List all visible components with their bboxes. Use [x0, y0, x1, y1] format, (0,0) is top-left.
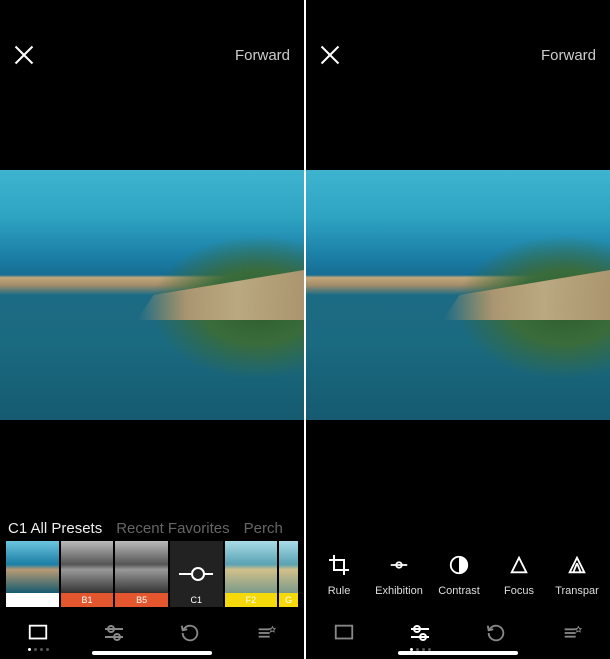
- filter-label: B1: [61, 593, 114, 607]
- nav-recipes[interactable]: [250, 617, 282, 649]
- filter-f2[interactable]: F2: [225, 541, 278, 607]
- filter-label: —: [6, 593, 59, 607]
- filter-label: F2: [225, 593, 278, 607]
- nav-adjust[interactable]: [404, 617, 436, 649]
- exposure-icon: [385, 551, 413, 579]
- filter-thumb: [279, 541, 298, 593]
- filter-label: B5: [115, 593, 168, 607]
- photo-preview[interactable]: [306, 170, 610, 420]
- nav-presets[interactable]: [328, 617, 360, 649]
- tools-row[interactable]: Rule Exhibition Contrast: [306, 543, 610, 611]
- nav-adjust[interactable]: [98, 617, 130, 649]
- filter-b5[interactable]: B5: [115, 541, 168, 607]
- nav-presets[interactable]: [22, 617, 54, 649]
- preset-tabs: C1 All Presets Recent Favorites Perch: [0, 520, 304, 541]
- nav-history[interactable]: [480, 617, 512, 649]
- filter-thumb: [225, 541, 278, 593]
- forward-button[interactable]: Forward: [541, 47, 596, 64]
- close-icon[interactable]: [14, 45, 34, 65]
- filter-original[interactable]: —: [6, 541, 59, 607]
- tab-perch[interactable]: Perch: [244, 520, 283, 537]
- slider-icon: [179, 573, 213, 575]
- tab-all-presets[interactable]: C1 All Presets: [8, 520, 102, 537]
- filter-strip[interactable]: — B1 B5 C1 F2 G: [0, 541, 304, 611]
- tool-label: Focus: [504, 585, 534, 597]
- coast-photo: [306, 170, 610, 420]
- filter-label: G: [279, 593, 298, 607]
- tab-recent-favorites[interactable]: Recent Favorites: [116, 520, 229, 537]
- left-pane: Forward C1 All Presets Recent Favorites …: [0, 0, 304, 659]
- tool-label: Contrast: [438, 585, 480, 597]
- right-topbar: Forward: [306, 0, 610, 80]
- home-indicator[interactable]: [398, 651, 518, 655]
- tool-contrast[interactable]: Contrast: [432, 551, 486, 597]
- photo-preview[interactable]: [0, 170, 304, 420]
- clarity-icon: [563, 551, 591, 579]
- nav-history[interactable]: [174, 617, 206, 649]
- filter-label: C1: [170, 593, 223, 607]
- filter-thumb: [61, 541, 114, 593]
- filter-thumb: [6, 541, 59, 593]
- home-indicator[interactable]: [92, 651, 212, 655]
- forward-button[interactable]: Forward: [235, 47, 290, 64]
- filter-b1[interactable]: B1: [61, 541, 114, 607]
- crop-icon: [325, 551, 353, 579]
- tool-rule[interactable]: Rule: [312, 551, 366, 597]
- nav-recipes[interactable]: [556, 617, 588, 649]
- tool-focus[interactable]: Focus: [492, 551, 546, 597]
- left-topbar: Forward: [0, 0, 304, 80]
- filter-c1-slider[interactable]: C1: [170, 541, 223, 607]
- filter-thumb: [115, 541, 168, 593]
- tool-exhibition[interactable]: Exhibition: [372, 551, 426, 597]
- right-pane: Forward Rule Exhibition: [306, 0, 610, 659]
- coast-photo: [0, 170, 304, 420]
- sharpen-icon: [505, 551, 533, 579]
- close-icon[interactable]: [320, 45, 340, 65]
- tool-transparency[interactable]: Transpar: [552, 551, 602, 597]
- contrast-icon: [445, 551, 473, 579]
- tool-label: Rule: [328, 585, 351, 597]
- filter-g[interactable]: G: [279, 541, 298, 607]
- tool-label: Transpar: [555, 585, 599, 597]
- tool-label: Exhibition: [375, 585, 423, 597]
